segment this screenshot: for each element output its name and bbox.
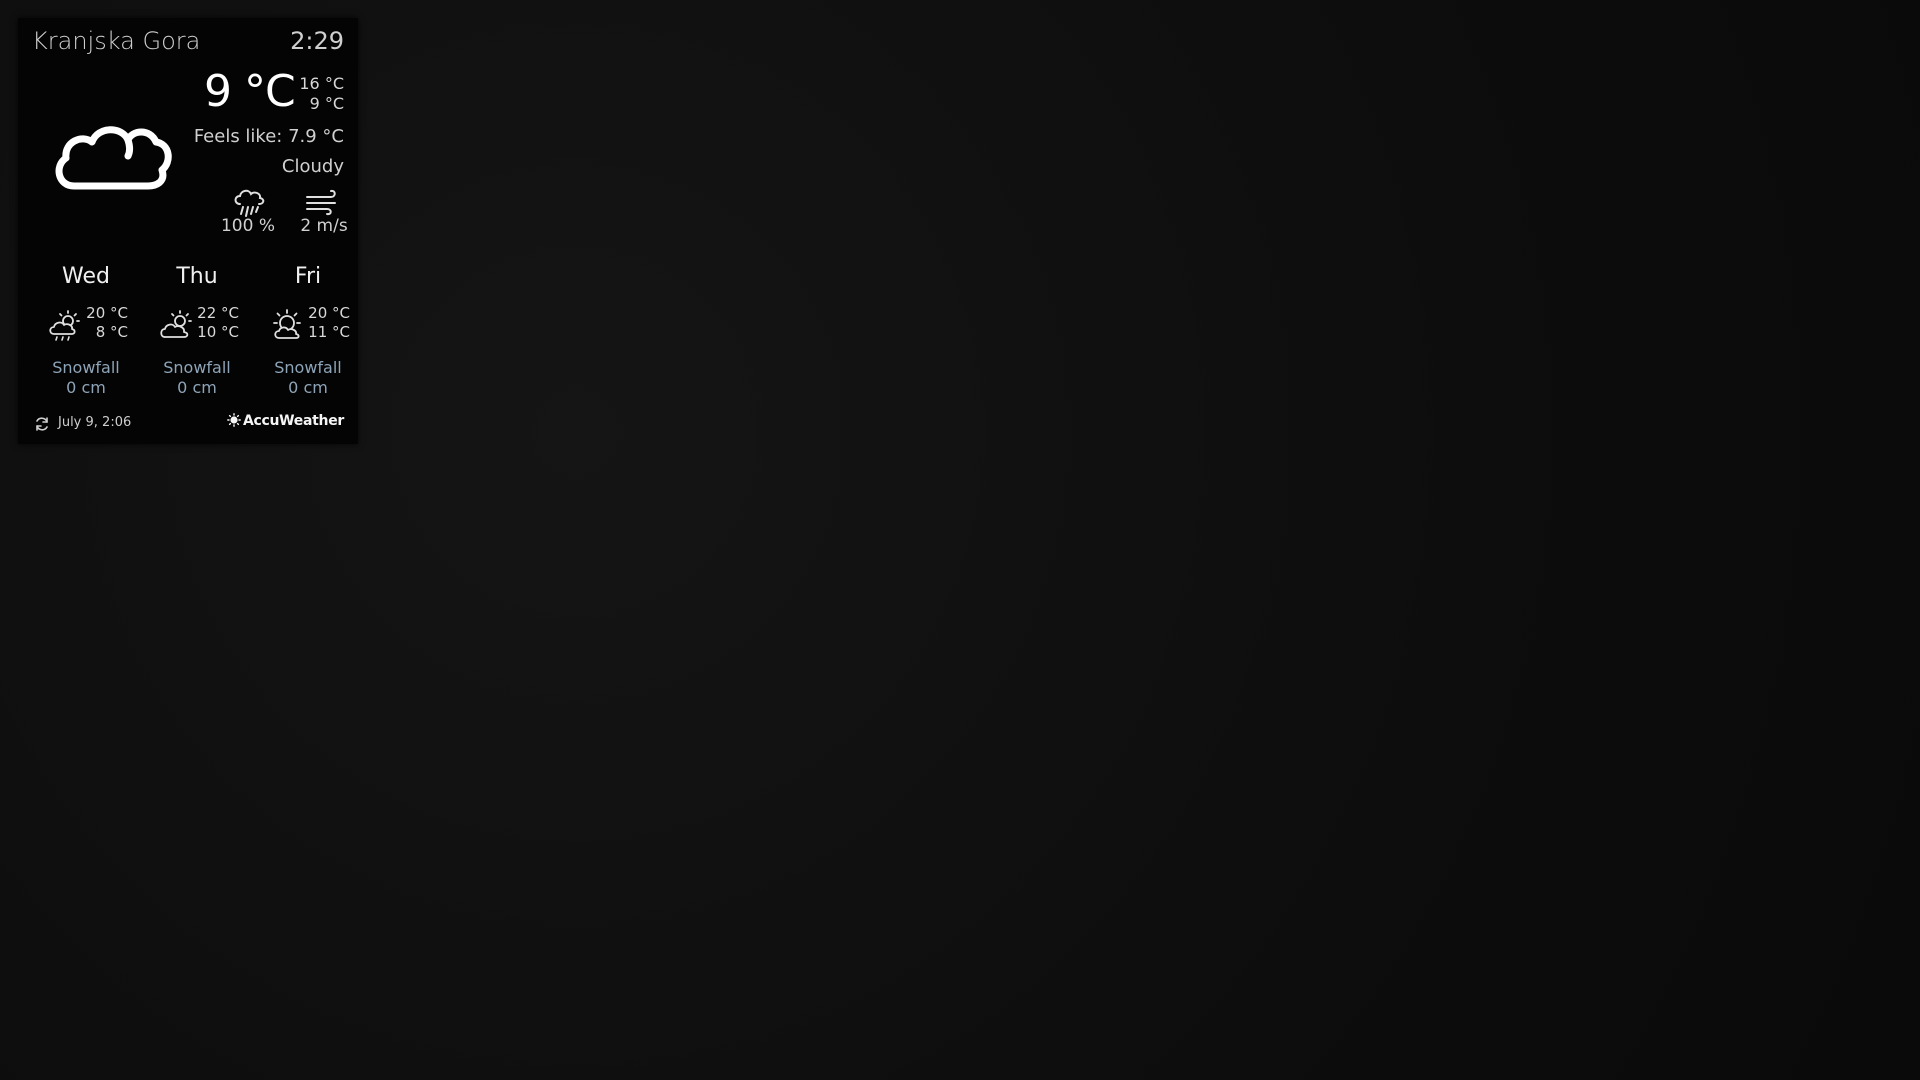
- wind-value: 2 m/s: [300, 216, 348, 236]
- partly-sunny-icon: [159, 308, 193, 342]
- forecast-day: Thu 22 °C 10 °C Snowfall 0 cm: [145, 264, 249, 397]
- forecast-low: 11 °C: [308, 323, 350, 341]
- refresh-icon[interactable]: [34, 416, 50, 432]
- today-high-low: 16 °C 9 °C: [299, 74, 344, 114]
- forecast-day: Fri 20 °C 11 °C Snowfall 0 cm: [256, 264, 360, 397]
- last-updated: July 9, 2:06: [58, 415, 132, 430]
- today-high: 16 °C: [299, 74, 344, 93]
- forecast-high: 20 °C: [308, 304, 350, 322]
- feels-like: Feels like: 7.9 °C: [193, 126, 344, 147]
- clock-time: 2:29: [290, 27, 344, 55]
- snowfall-label: Snowfall: [52, 358, 120, 377]
- forecast-high: 22 °C: [197, 304, 239, 322]
- forecast-day-name: Thu: [176, 264, 218, 289]
- forecast-day-name: Fri: [294, 264, 322, 289]
- forecast-day-name: Wed: [62, 264, 110, 289]
- forecast-low: 10 °C: [197, 323, 239, 341]
- location-label: Kranjska Gora: [32, 27, 201, 55]
- rain-cloud-icon: [232, 186, 266, 218]
- forecast-day: Wed 20 °C 8 °C Snowfall 0 cm: [34, 264, 138, 397]
- current-temperature: 9 °C: [204, 66, 296, 117]
- today-low: 9 °C: [309, 94, 344, 113]
- snowfall-label: Snowfall: [163, 358, 231, 377]
- partly-sunny-icon: [270, 308, 304, 342]
- snowfall-value: 0 cm: [66, 378, 106, 397]
- weather-widget: Kranjska Gora 2:29 9 °C 16 °C 9 °C Feels…: [18, 18, 358, 444]
- partly-sunny-icon: [48, 308, 82, 342]
- wind-icon: [305, 188, 339, 216]
- brand-name: AccuWeather: [242, 413, 344, 429]
- condition-label: Cloudy: [281, 156, 344, 177]
- snowfall-label: Snowfall: [274, 358, 342, 377]
- snowfall-value: 0 cm: [288, 378, 328, 397]
- forecast-low: 8 °C: [95, 323, 128, 341]
- cloud-icon: [46, 100, 176, 200]
- forecast-high: 20 °C: [86, 304, 128, 322]
- sun-logo-icon: [227, 413, 241, 427]
- snowfall-value: 0 cm: [177, 378, 217, 397]
- accuweather-logo[interactable]: AccuWeather: [227, 413, 344, 429]
- precipitation-value: 100 %: [220, 216, 275, 236]
